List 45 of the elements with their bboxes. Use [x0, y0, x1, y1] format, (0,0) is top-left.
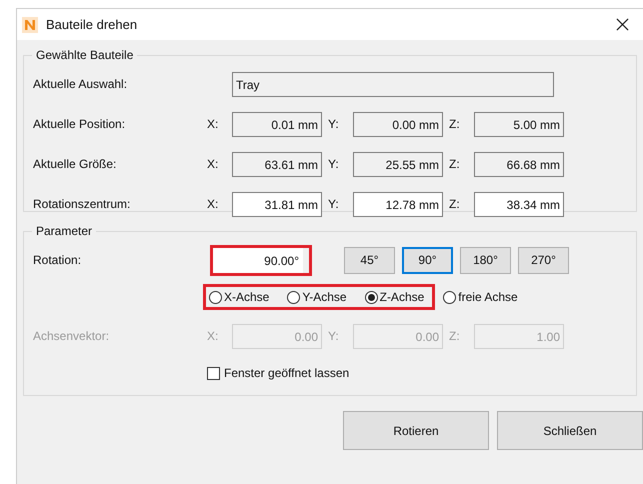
axis-label: Z:	[449, 157, 461, 171]
field-label: Rotation:	[33, 253, 82, 267]
coordinate-field: 0.00 mm	[353, 112, 443, 136]
axis-label: X:	[207, 329, 220, 343]
dialog-button[interactable]: Schließen	[497, 411, 643, 450]
field-label: Achsenvektor:	[33, 329, 110, 343]
axis-label: Z:	[449, 197, 461, 211]
angle-preset-button[interactable]: 180°	[460, 246, 511, 274]
group-title: Parameter	[35, 224, 94, 238]
coordinate-field[interactable]: 31.81 mm	[232, 192, 322, 216]
coordinate-field: 25.55 mm	[353, 152, 443, 176]
dialog-button[interactable]: Rotieren	[343, 411, 489, 450]
angle-preset-button[interactable]: 270°	[518, 246, 569, 274]
angle-preset-button[interactable]: 45°	[344, 246, 395, 274]
field-label: Aktuelle Auswahl:	[33, 77, 128, 91]
window-title: Bauteile drehen	[46, 17, 138, 32]
selection-field: Tray	[232, 72, 554, 96]
coordinate-field: 0.01 mm	[232, 112, 322, 136]
axis-label: X:	[207, 157, 220, 171]
coordinate-field: 66.68 mm	[474, 152, 564, 176]
coordinate-field: 5.00 mm	[474, 112, 564, 136]
angle-preset-button[interactable]: 90°	[402, 246, 453, 274]
axis-label: Y:	[328, 157, 340, 171]
axis-label: Z:	[449, 329, 461, 343]
axis-label: Y:	[328, 329, 340, 343]
field-label: Rotationszentrum:	[33, 197, 132, 211]
axis-radio[interactable]: Z-Achse	[364, 290, 424, 304]
axis-radio[interactable]: X-Achse	[209, 290, 270, 304]
axis-label: Z:	[449, 117, 461, 131]
coordinate-field[interactable]: 38.34 mm	[474, 192, 564, 216]
coordinate-field: 63.61 mm	[232, 152, 322, 176]
field-label: Aktuelle Position:	[33, 117, 126, 131]
axis-radio[interactable]: freie Achse	[443, 290, 518, 304]
axis-radio[interactable]: Y-Achse	[287, 290, 347, 304]
axis-label: X:	[207, 197, 220, 211]
axis-label: Y:	[328, 117, 340, 131]
coordinate-field[interactable]: 12.78 mm	[353, 192, 443, 216]
group-title: Gewählte Bauteile	[35, 48, 134, 62]
close-icon[interactable]	[616, 18, 629, 31]
rotation-field[interactable]: 90.00°	[213, 248, 303, 272]
axis-label: X:	[207, 117, 220, 131]
keep-open-checkbox[interactable]: Fenster geöffnet lassen	[207, 366, 350, 380]
app-logo-icon	[22, 16, 38, 32]
field-label: Aktuelle Größe:	[33, 157, 118, 171]
axis-label: Y:	[328, 197, 340, 211]
